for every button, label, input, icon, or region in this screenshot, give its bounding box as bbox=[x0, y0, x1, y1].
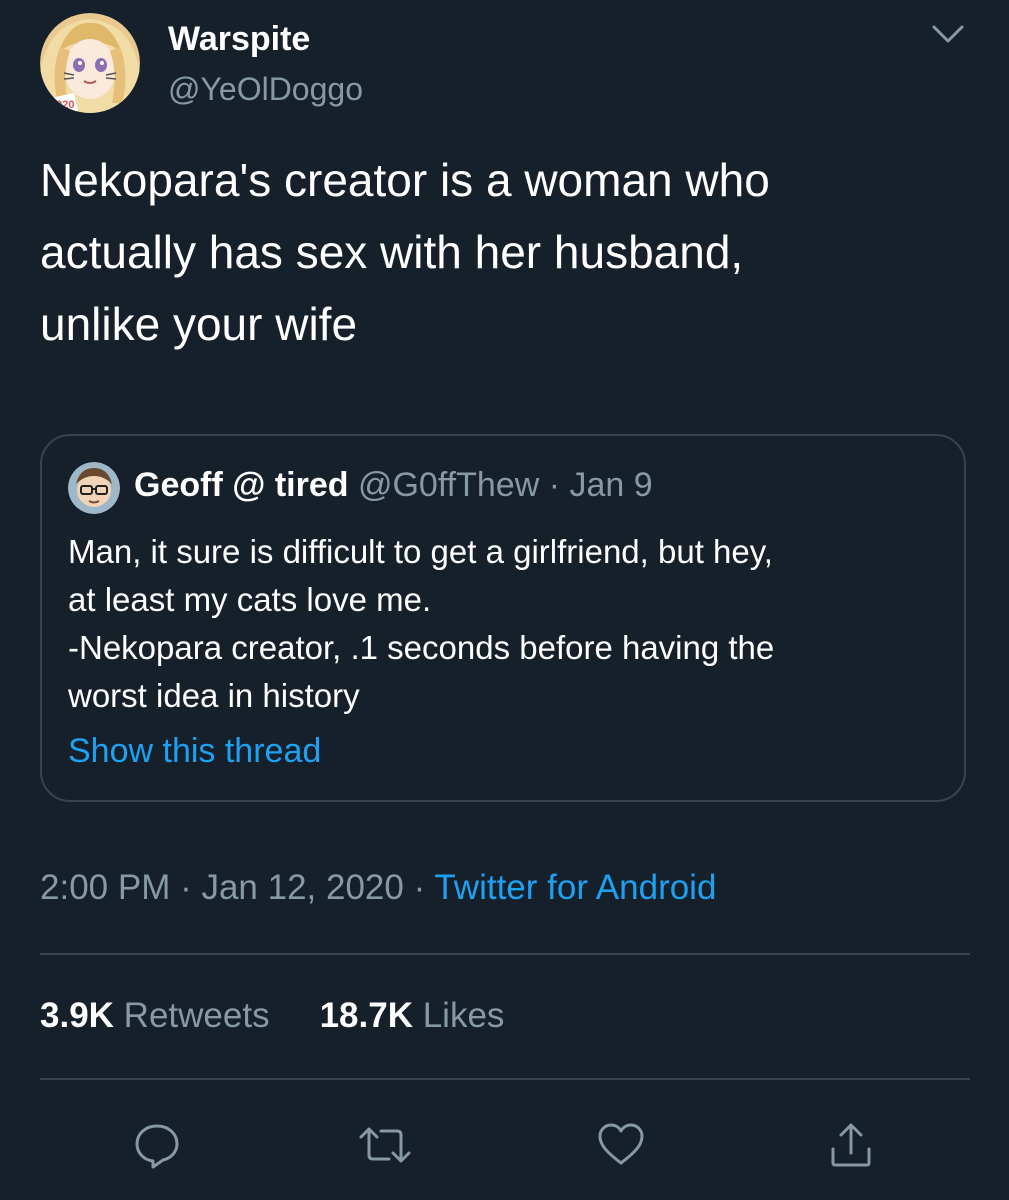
author-display-name[interactable]: Warspite bbox=[168, 20, 310, 59]
divider bbox=[40, 1078, 970, 1080]
reply-icon[interactable] bbox=[122, 1110, 192, 1180]
author-avatar-image: 2020 bbox=[40, 13, 140, 113]
divider bbox=[40, 953, 970, 955]
action-bar bbox=[0, 1110, 1009, 1180]
author-avatar[interactable]: 2020 bbox=[40, 13, 140, 113]
tweet-meta: 2:00 PM · Jan 12, 2020 · Twitter for And… bbox=[40, 868, 716, 908]
quoted-date: Jan 9 bbox=[569, 466, 653, 504]
retweet-icon[interactable] bbox=[350, 1110, 420, 1180]
avatar-badge: 2020 bbox=[50, 99, 74, 111]
tweet-detail: 2020 Warspite @YeOlDoggo Nekopara's crea… bbox=[0, 0, 1009, 1200]
likes-stat[interactable]: 18.7K Likes bbox=[320, 996, 505, 1035]
show-thread-link[interactable]: Show this thread bbox=[68, 732, 321, 771]
quoted-author-avatar bbox=[68, 462, 120, 514]
author-handle[interactable]: @YeOlDoggo bbox=[168, 71, 363, 108]
retweets-count: 3.9K bbox=[40, 996, 114, 1035]
tweet-date: Jan 12, 2020 bbox=[201, 868, 404, 907]
like-icon[interactable] bbox=[586, 1110, 656, 1180]
quoted-tweet-text: Man, it sure is difficult to get a girlf… bbox=[68, 533, 775, 714]
likes-label: Likes bbox=[422, 996, 505, 1035]
quoted-handle: @G0ffThew bbox=[357, 466, 540, 504]
quoted-display-name: Geoff @ tired bbox=[134, 466, 349, 504]
tweet-time: 2:00 PM bbox=[40, 868, 171, 907]
quoted-tweet-header: Geoff @ tired @G0ffThew · Jan 9 bbox=[134, 466, 653, 505]
share-icon[interactable] bbox=[816, 1110, 886, 1180]
meta-separator: · bbox=[170, 868, 202, 907]
tweet-text: Nekopara's creator is a woman who actual… bbox=[40, 154, 770, 350]
chevron-down-icon[interactable] bbox=[930, 22, 966, 46]
retweets-label: Retweets bbox=[123, 996, 270, 1035]
tweet-source-link[interactable]: Twitter for Android bbox=[434, 868, 716, 907]
quoted-tweet-card[interactable]: Geoff @ tired @G0ffThew · Jan 9 Man, it … bbox=[40, 434, 966, 802]
tweet-stats: 3.9K Retweets 18.7K Likes bbox=[40, 996, 504, 1036]
meta-separator-2: · bbox=[403, 868, 435, 907]
likes-count: 18.7K bbox=[319, 996, 413, 1035]
quoted-separator: · bbox=[539, 466, 570, 504]
retweets-stat[interactable]: 3.9K Retweets bbox=[40, 996, 270, 1035]
